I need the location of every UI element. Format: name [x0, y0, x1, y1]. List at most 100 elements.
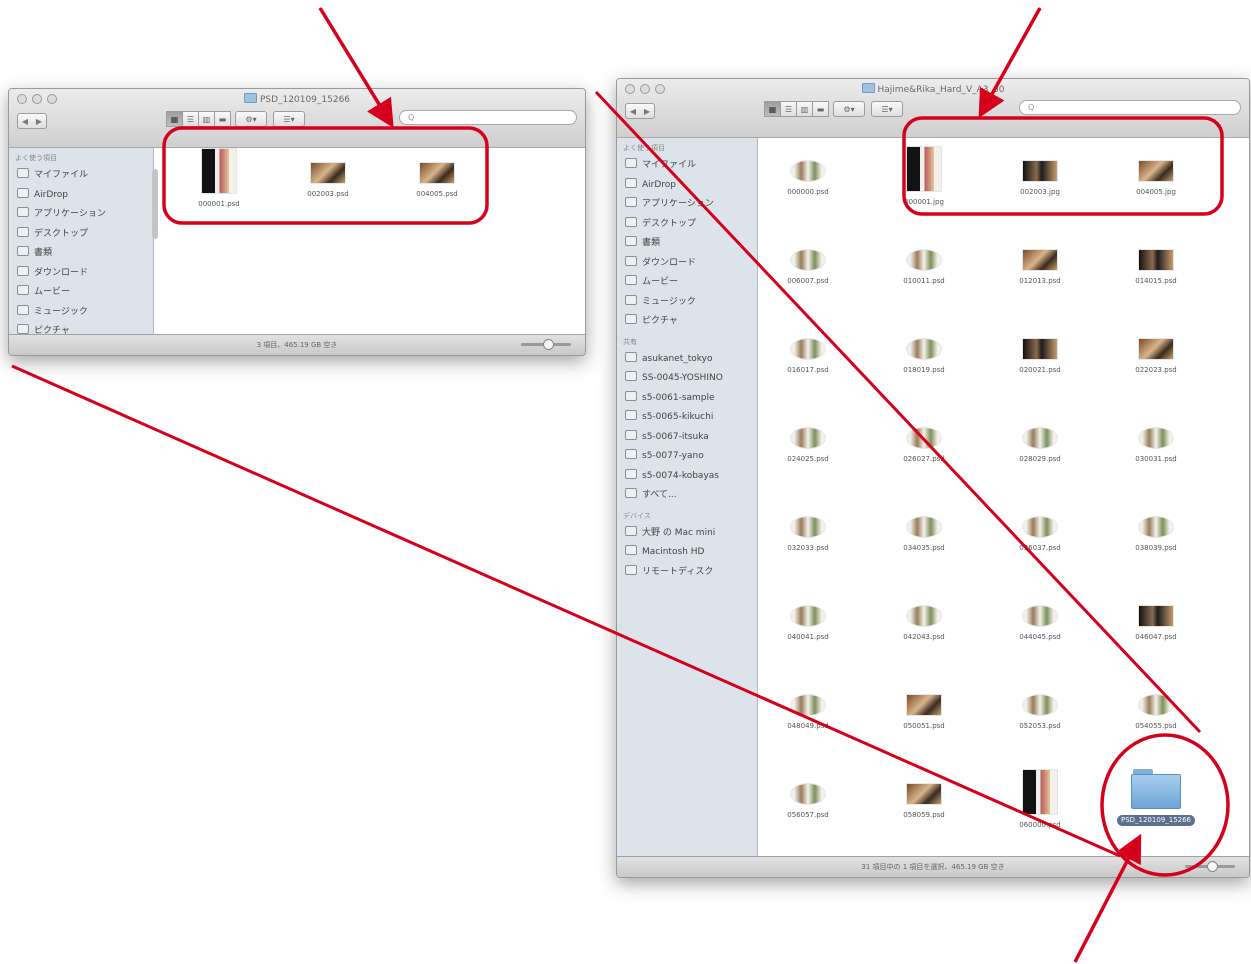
sidebar-item[interactable]: デスクトップ	[617, 215, 757, 235]
sidebar-item[interactable]: リモートディスク	[617, 563, 757, 583]
sidebar-scrollbar[interactable]	[152, 169, 158, 239]
sidebar-item[interactable]: ムービー	[617, 273, 757, 293]
sidebar-item[interactable]: 書類	[617, 234, 757, 254]
file-item[interactable]: 004005.psd	[387, 148, 487, 198]
image-thumbnail-icon	[906, 249, 942, 271]
file-item[interactable]: 012013.psd	[990, 235, 1090, 285]
title-bar[interactable]: Hajime&Rika_Hard_V_A3_60 ◀ ▶ ▦ ☰ ▥ ▬ ⚙▾ ☰…	[617, 79, 1249, 138]
forward-arrow-icon[interactable]: ▶	[644, 107, 650, 116]
file-name: 052053.psd	[1019, 722, 1061, 730]
grid-view-icon[interactable]: ▦	[166, 111, 183, 127]
file-item[interactable]: 016017.psd	[758, 324, 858, 374]
back-arrow-icon[interactable]: ◀	[630, 107, 636, 116]
sidebar-item[interactable]: アプリケーション	[9, 205, 153, 225]
file-item[interactable]: 034035.psd	[874, 502, 974, 552]
sidebar-item[interactable]: s5-0067-itsuka	[617, 428, 757, 448]
icon-size-slider[interactable]	[1185, 861, 1235, 872]
arrange-button[interactable]: ☰▾	[871, 101, 903, 117]
icon-size-slider[interactable]	[521, 339, 571, 350]
finder-window-album[interactable]: Hajime&Rika_Hard_V_A3_60 ◀ ▶ ▦ ☰ ▥ ▬ ⚙▾ ☰…	[616, 78, 1250, 878]
sidebar-item[interactable]: マイファイル	[617, 156, 757, 176]
file-item[interactable]: 042043.psd	[874, 591, 974, 641]
folder-item[interactable]: PSD_120109_15266	[1106, 769, 1206, 826]
file-item[interactable]: 000001.jpg	[874, 146, 974, 206]
search-field[interactable]: Q	[1019, 100, 1241, 115]
file-item[interactable]: 056057.psd	[758, 769, 858, 819]
coverflow-view-icon[interactable]: ▬	[812, 101, 829, 117]
sidebar-item[interactable]: すべて...	[617, 486, 757, 506]
sidebar-item[interactable]: 書類	[9, 244, 153, 264]
file-item[interactable]: 020021.psd	[990, 324, 1090, 374]
file-item[interactable]: 058059.psd	[874, 769, 974, 819]
back-forward-buttons[interactable]: ◀ ▶	[17, 113, 47, 129]
arrange-button[interactable]: ☰▾	[273, 111, 305, 127]
sidebar-item[interactable]: ダウンロード	[617, 254, 757, 274]
action-button[interactable]: ⚙▾	[833, 101, 865, 117]
file-item[interactable]: 050051.psd	[874, 680, 974, 730]
file-item[interactable]: 018019.psd	[874, 324, 974, 374]
file-item[interactable]: 030031.psd	[1106, 413, 1206, 463]
back-arrow-icon[interactable]: ◀	[22, 117, 28, 126]
sidebar-item[interactable]: 大野 の Mac mini	[617, 524, 757, 544]
file-item[interactable]: 002003.jpg	[990, 146, 1090, 196]
view-mode-control[interactable]: ▦ ☰ ▥ ▬	[764, 101, 829, 117]
sidebar-item[interactable]: s5-0074-kobayas	[617, 467, 757, 487]
file-item[interactable]: 048049.psd	[758, 680, 858, 730]
file-item[interactable]: 000000.psd	[758, 146, 858, 196]
file-item[interactable]: 044045.psd	[990, 591, 1090, 641]
sidebar-item[interactable]: s5-0077-yano	[617, 447, 757, 467]
list-view-icon[interactable]: ☰	[780, 101, 797, 117]
file-item[interactable]: 014015.psd	[1106, 235, 1206, 285]
coverflow-view-icon[interactable]: ▬	[214, 111, 231, 127]
file-item[interactable]: 024025.psd	[758, 413, 858, 463]
file-item[interactable]: 006007.psd	[758, 235, 858, 285]
file-name: 024025.psd	[787, 455, 829, 463]
image-thumbnail-icon	[790, 427, 826, 449]
grid-view-icon[interactable]: ▦	[764, 101, 781, 117]
action-button[interactable]: ⚙▾	[235, 111, 267, 127]
file-item[interactable]: 022023.psd	[1106, 324, 1206, 374]
sidebar-item[interactable]: asukanet_tokyo	[617, 350, 757, 370]
slider-knob[interactable]	[1207, 861, 1218, 872]
sidebar-item[interactable]: ピクチャ	[617, 312, 757, 332]
sidebar-item[interactable]: s5-0061-sample	[617, 389, 757, 409]
sidebar-item[interactable]: s5-0065-kikuchi	[617, 408, 757, 428]
file-item[interactable]: 060000.psd	[990, 769, 1090, 829]
file-item[interactable]: 028029.psd	[990, 413, 1090, 463]
file-item[interactable]: 038039.psd	[1106, 502, 1206, 552]
search-field[interactable]: Q	[399, 110, 577, 125]
view-mode-control[interactable]: ▦ ☰ ▥ ▬	[166, 111, 231, 127]
file-item[interactable]: 000001.psd	[169, 148, 269, 208]
file-item[interactable]: 026027.psd	[874, 413, 974, 463]
sidebar-item[interactable]: マイファイル	[9, 166, 153, 186]
list-view-icon[interactable]: ☰	[182, 111, 199, 127]
column-view-icon[interactable]: ▥	[198, 111, 215, 127]
file-item[interactable]: 036037.psd	[990, 502, 1090, 552]
slider-knob[interactable]	[543, 339, 554, 350]
title-bar[interactable]: PSD_120109_15266 ◀ ▶ ▦ ☰ ▥ ▬ ⚙▾ ☰▾ Q	[9, 89, 585, 148]
file-item[interactable]: 046047.psd	[1106, 591, 1206, 641]
sidebar-item[interactable]: AirDrop	[617, 176, 757, 196]
file-item[interactable]: 032033.psd	[758, 502, 858, 552]
file-item[interactable]: 004005.jpg	[1106, 146, 1206, 196]
sidebar-item[interactable]: アプリケーション	[617, 195, 757, 215]
sidebar-item[interactable]: Macintosh HD	[617, 543, 757, 563]
file-item[interactable]: 040041.psd	[758, 591, 858, 641]
sidebar-item[interactable]: ミュージック	[617, 293, 757, 313]
sidebar-item[interactable]: ムービー	[9, 283, 153, 303]
image-thumbnail-icon	[1138, 605, 1174, 627]
column-view-icon[interactable]: ▥	[796, 101, 813, 117]
forward-arrow-icon[interactable]: ▶	[36, 117, 42, 126]
file-item[interactable]: 054055.psd	[1106, 680, 1206, 730]
back-forward-buttons[interactable]: ◀ ▶	[625, 103, 655, 119]
file-item[interactable]: 052053.psd	[990, 680, 1090, 730]
file-item[interactable]: 002003.psd	[278, 148, 378, 198]
sidebar-item[interactable]: SS-0045-YOSHINO	[617, 369, 757, 389]
sidebar-item[interactable]: AirDrop	[9, 186, 153, 206]
file-item[interactable]: 010011.psd	[874, 235, 974, 285]
sidebar-item[interactable]: デスクトップ	[9, 225, 153, 245]
sidebar-item[interactable]: ミュージック	[9, 303, 153, 323]
image-thumbnail-icon	[1022, 605, 1058, 627]
finder-window-psd-folder[interactable]: PSD_120109_15266 ◀ ▶ ▦ ☰ ▥ ▬ ⚙▾ ☰▾ Q よく使う…	[8, 88, 586, 356]
sidebar-item[interactable]: ダウンロード	[9, 264, 153, 284]
